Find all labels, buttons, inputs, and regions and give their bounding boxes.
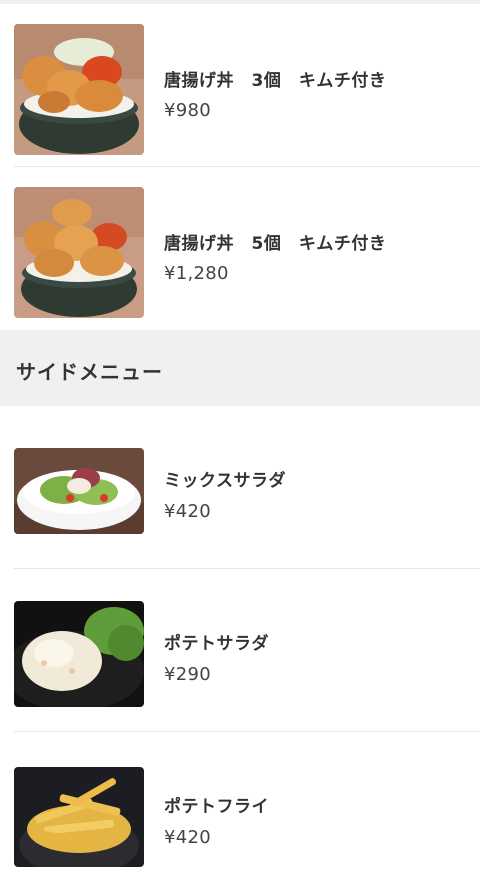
menu-item-mixed-salad[interactable]: ミックスサラダ ¥420 <box>0 406 480 569</box>
potato-salad-image <box>14 601 144 707</box>
menu-item-french-fries[interactable]: ポテトフライ ¥420 <box>0 732 480 895</box>
karaage-don-3-image <box>14 24 144 155</box>
menu-item-karaage-don-3[interactable]: 唐揚げ丼 3個 キムチ付き ¥980 <box>0 4 480 167</box>
section-title: サイドメニュー <box>16 360 163 384</box>
item-price: ¥980 <box>164 100 212 121</box>
menu-item-karaage-don-5[interactable]: 唐揚げ丼 5個 キムチ付き ¥1,280 <box>0 167 480 330</box>
item-name: 唐揚げ丼 3個 キムチ付き <box>164 71 387 91</box>
item-price: ¥420 <box>164 501 212 522</box>
section-header-side-menu: サイドメニュー <box>0 330 480 406</box>
mixed-salad-image <box>14 448 144 534</box>
item-name: 唐揚げ丼 5個 キムチ付き <box>164 234 387 254</box>
french-fries-image <box>14 767 144 867</box>
item-name: ポテトフライ <box>164 797 269 817</box>
item-name: ミックスサラダ <box>164 471 286 491</box>
karaage-don-5-image <box>14 187 144 318</box>
menu-item-potato-salad[interactable]: ポテトサラダ ¥290 <box>0 569 480 732</box>
item-name: ポテトサラダ <box>164 634 269 654</box>
item-price: ¥420 <box>164 827 212 848</box>
item-price: ¥290 <box>164 664 212 685</box>
item-price: ¥1,280 <box>164 263 229 284</box>
